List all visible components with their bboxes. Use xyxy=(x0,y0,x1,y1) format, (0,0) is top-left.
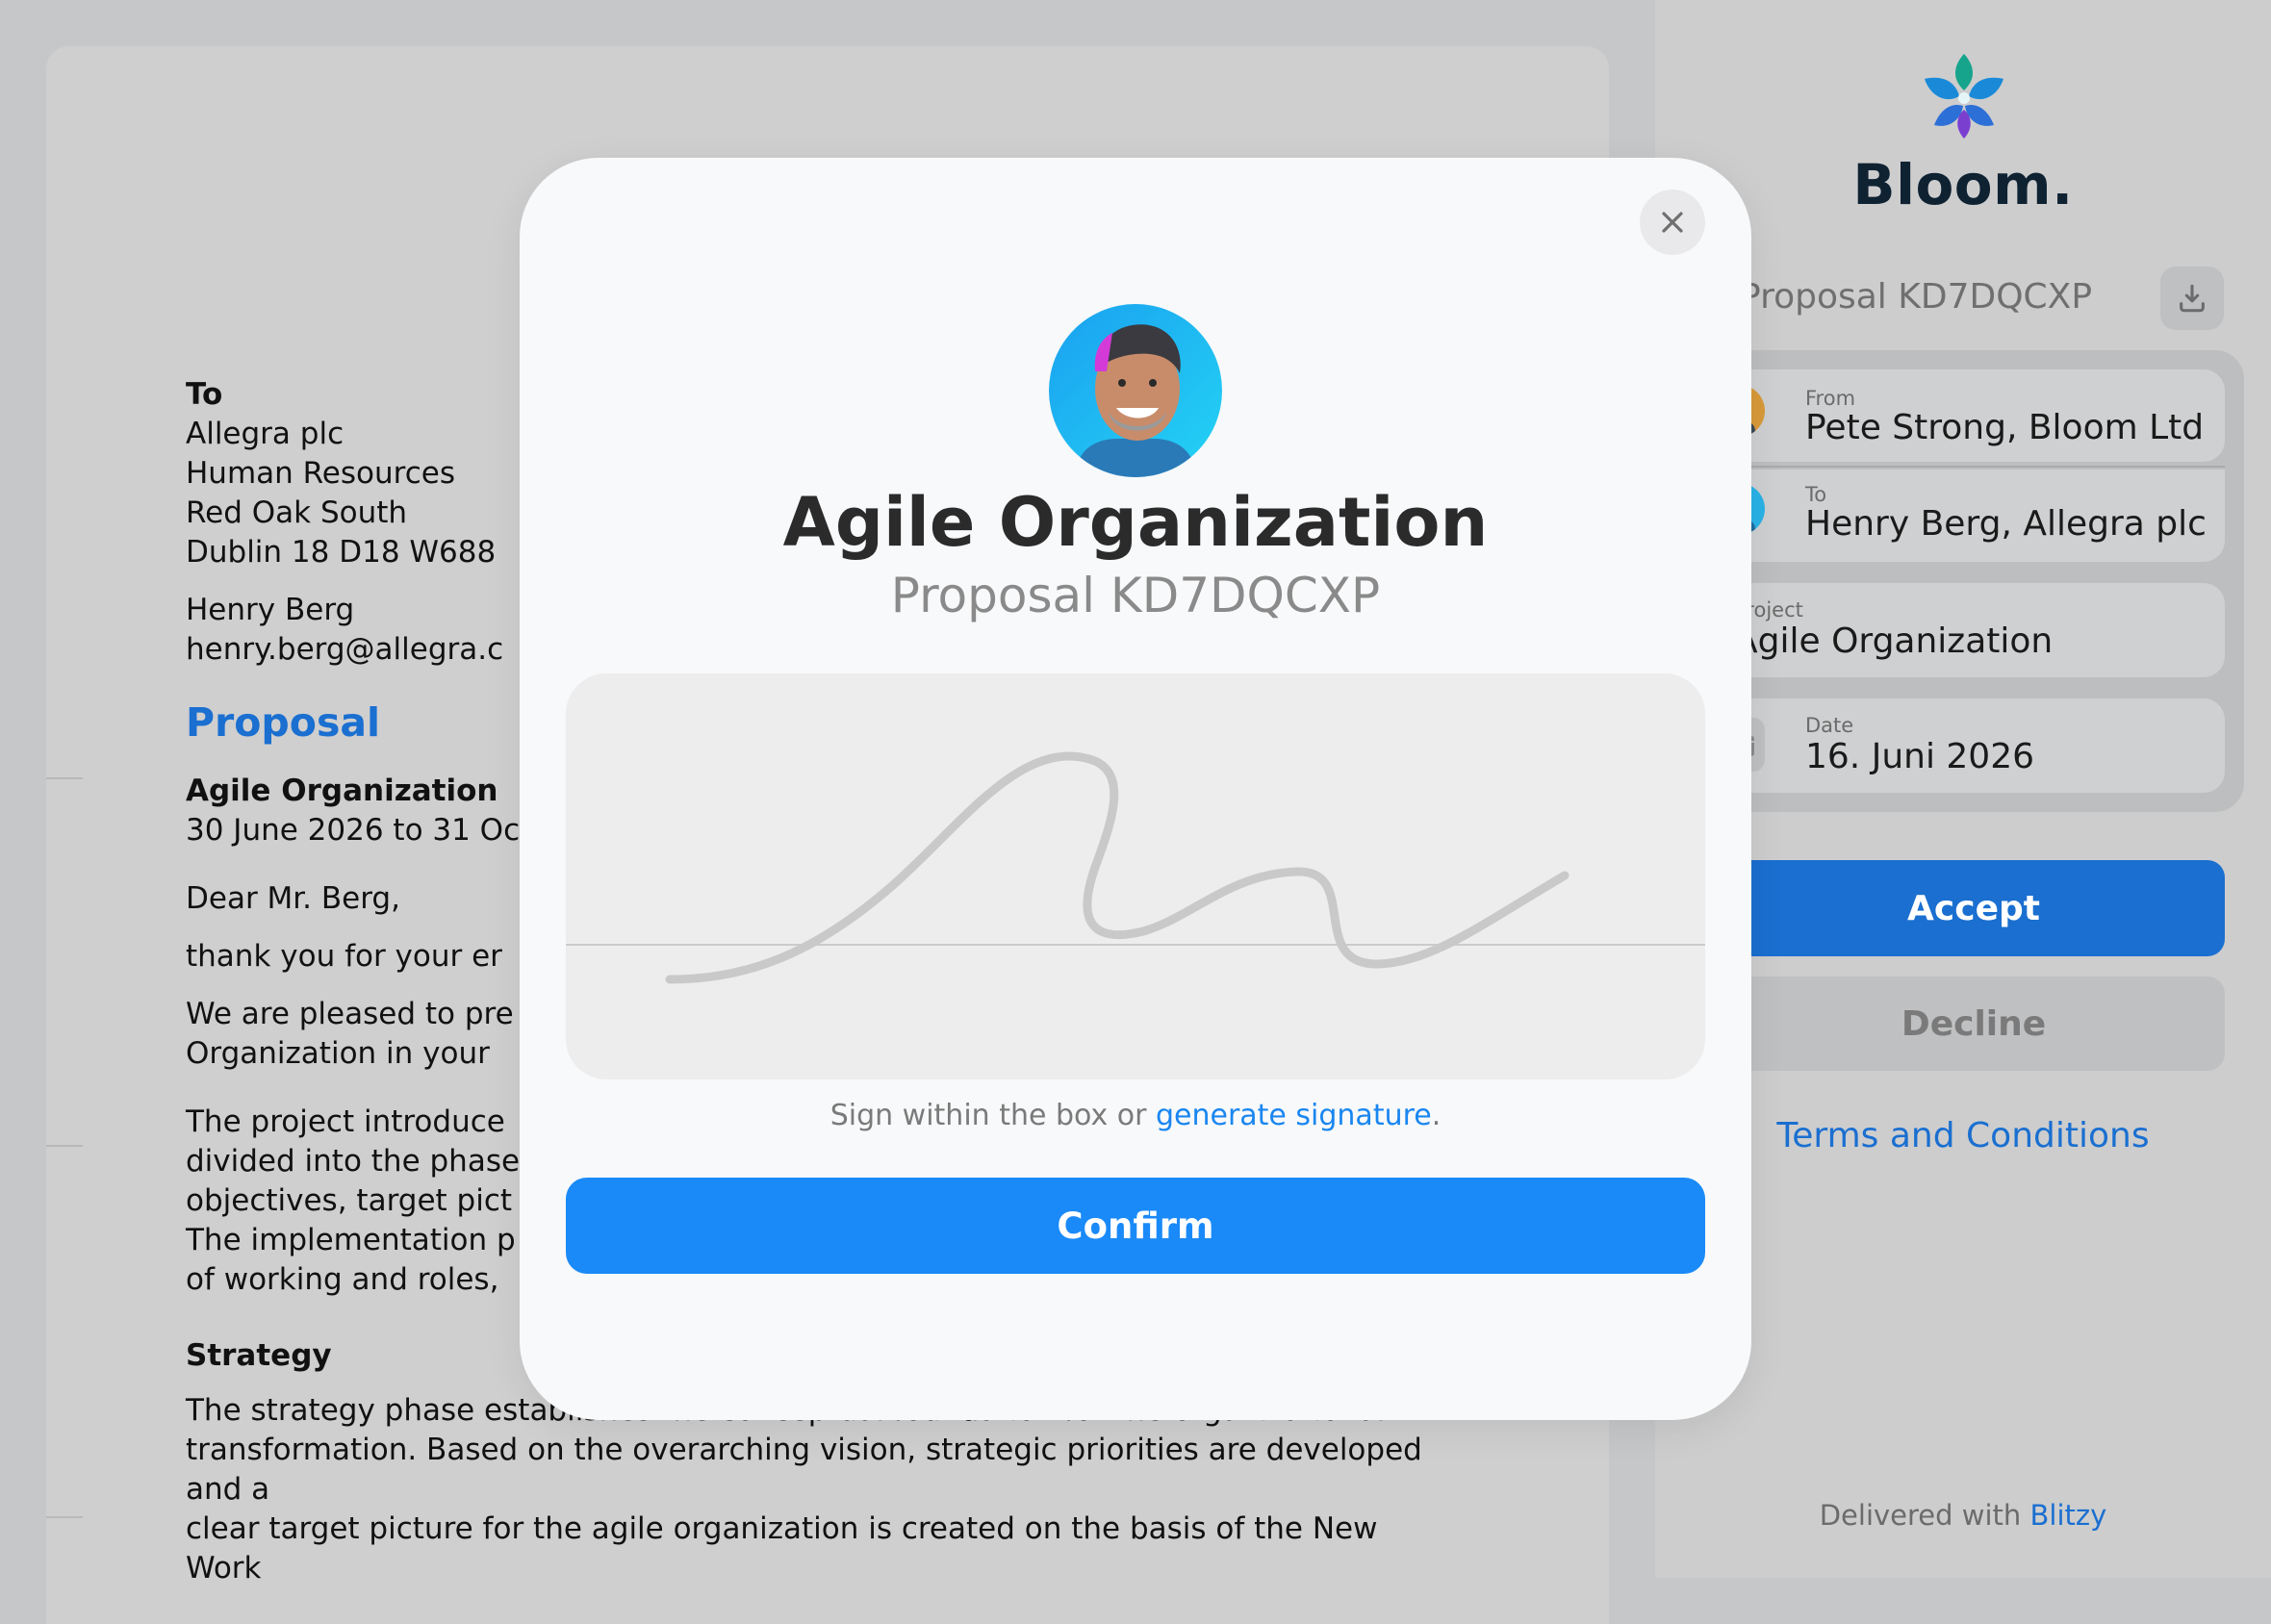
divider xyxy=(1722,466,2225,468)
decline-button[interactable]: Decline xyxy=(1722,977,2225,1071)
paragraph-line: clear target picture for the agile organ… xyxy=(186,1511,1378,1586)
sidebar-proposal-label: Proposal KD7DQCXP xyxy=(1740,277,2093,317)
hint-suffix: . xyxy=(1431,1099,1442,1132)
signature-pad[interactable] xyxy=(566,673,1705,1079)
from-card: From Pete Strong, Bloom Ltd xyxy=(1713,369,2225,462)
from-value: Pete Strong, Bloom Ltd xyxy=(1805,408,2205,447)
signature-stroke xyxy=(665,751,1569,984)
confirm-button[interactable]: Confirm xyxy=(566,1178,1705,1274)
bloom-logo-icon xyxy=(1925,54,2003,139)
margin-tick xyxy=(46,1516,83,1518)
modal-title: Agile Organization xyxy=(782,483,1489,562)
modal-subtitle: Proposal KD7DQCXP xyxy=(890,568,1381,623)
paragraph-line: transformation. Based on the overarching… xyxy=(186,1433,1422,1507)
hint-prefix: Sign within the box or xyxy=(829,1099,1156,1132)
project-card: Project Agile Organization xyxy=(1722,583,2225,677)
download-icon xyxy=(2180,284,2205,313)
margin-tick xyxy=(46,1145,83,1147)
signature-canvas xyxy=(566,751,1705,984)
download-button[interactable] xyxy=(2160,266,2224,330)
to-card: To Henry Berg, Allegra plc xyxy=(1713,469,2225,562)
close-button[interactable] xyxy=(1640,190,1705,255)
signature-hint: Sign within the box or generate signatur… xyxy=(520,1099,1751,1132)
from-label: From xyxy=(1805,387,1856,410)
date-value: 16. Juni 2026 xyxy=(1805,737,2035,776)
accept-button[interactable]: Accept xyxy=(1722,860,2225,956)
close-icon xyxy=(1662,212,1683,233)
delivered-with: Delivered with Blitzy xyxy=(1655,1499,2271,1532)
date-label: Date xyxy=(1805,714,1854,737)
date-card: Date 16. Juni 2026 xyxy=(1722,698,2225,793)
to-value: Henry Berg, Allegra plc xyxy=(1805,504,2207,544)
margin-tick xyxy=(46,777,83,779)
delivered-prefix: Delivered with xyxy=(1819,1499,2030,1532)
avatar xyxy=(1049,304,1222,477)
blitzy-link[interactable]: Blitzy xyxy=(2030,1499,2107,1532)
to-label: To xyxy=(1805,483,1827,506)
project-value: Agile Organization xyxy=(1734,622,2054,661)
generate-signature-link[interactable]: generate signature xyxy=(1156,1099,1432,1132)
brand-name: Bloom. xyxy=(1852,152,2074,217)
